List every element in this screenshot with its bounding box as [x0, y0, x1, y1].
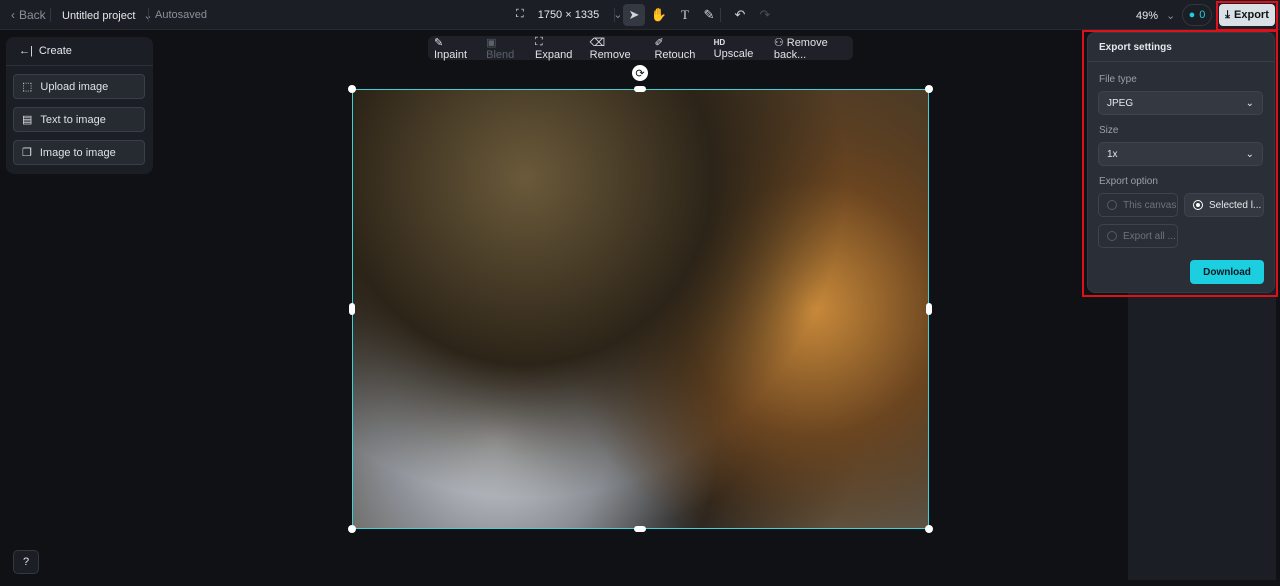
zoom-dropdown[interactable]: 49% ⌄ [1136, 9, 1176, 23]
upscale-button[interactable]: HD Upscale [714, 36, 762, 60]
text-to-image-button[interactable]: ▤ Text to image [13, 107, 145, 132]
cursor-icon: ➤ [628, 7, 640, 22]
resize-icon: ⛶ [516, 8, 524, 20]
help-icon: ? [22, 556, 30, 568]
retouch-button[interactable]: ✐ Retouch [654, 36, 701, 61]
remove-background-button[interactable]: ⚇ Remove back... [774, 36, 853, 61]
chevron-down-icon: ⌄ [1166, 10, 1176, 22]
hand-icon: ✋ [650, 7, 668, 22]
resize-handle-left[interactable] [349, 303, 355, 315]
project-name-dropdown[interactable]: Untitled project⌄ [62, 9, 153, 23]
autosave-status: Autosaved [155, 9, 207, 21]
text-icon: T [681, 7, 689, 22]
edit-toolbar: ✎ Inpaint ▣ Blend ⛶ Expand ⌫ Remove ✐ Re… [428, 36, 853, 61]
resize-handle-bl[interactable] [348, 525, 356, 533]
text-tool[interactable]: T [674, 4, 696, 26]
upload-icon: ⬚ [22, 81, 33, 93]
resize-handle-right[interactable] [926, 303, 932, 315]
chevron-left-icon: ‹ [11, 8, 15, 22]
highlight-box [1216, 1, 1278, 31]
upload-image-button[interactable]: ⬚ Upload image [13, 74, 145, 99]
image-to-image-button[interactable]: ❐ Image to image [13, 140, 145, 165]
text-image-icon: ▤ [22, 114, 33, 126]
images-icon: ❐ [22, 147, 32, 159]
brush-tool[interactable]: ✎ [698, 4, 720, 26]
redo-button[interactable]: ↷ [754, 4, 776, 26]
resize-handle-bottom[interactable] [634, 526, 646, 532]
brush-icon: ✎ [703, 7, 715, 22]
canvas-size-dropdown[interactable]: ⛶ 1750 × 1335 ⌄ [516, 8, 622, 21]
create-header[interactable]: ←| Create [19, 45, 72, 57]
expand-button[interactable]: ⛶ Expand [535, 36, 578, 61]
credits-badge[interactable]: ● 0 [1182, 4, 1212, 26]
top-bar: ‹Back Untitled project⌄ Autosaved ⛶1750 … [0, 0, 1280, 30]
redo-icon: ↷ [759, 7, 771, 22]
hand-tool[interactable]: ✋ [648, 4, 670, 26]
canvas-image[interactable] [352, 89, 929, 529]
collapse-icon: ←| [19, 45, 33, 57]
resize-handle-tr[interactable] [925, 85, 933, 93]
create-panel: ←| Create ⬚ Upload image ▤ Text to image ❐ I… [6, 37, 153, 174]
back-button[interactable]: ‹ Back [11, 8, 46, 22]
blend-button[interactable]: ▣ Blend [486, 36, 523, 61]
undo-button[interactable]: ↶ [729, 4, 751, 26]
resize-handle-top[interactable] [634, 86, 646, 92]
resize-handle-tl[interactable] [348, 85, 356, 93]
rotate-icon: ⟳ [635, 67, 645, 80]
credit-icon: ● [1188, 9, 1196, 21]
rotate-handle[interactable]: ⟳ [632, 65, 648, 81]
remove-button[interactable]: ⌫ Remove [590, 36, 643, 61]
select-tool[interactable]: ➤ [623, 4, 645, 26]
inpaint-button[interactable]: ✎ Inpaint [434, 36, 474, 61]
resize-handle-br[interactable] [925, 525, 933, 533]
undo-icon: ↶ [734, 7, 746, 22]
help-button[interactable]: ? [13, 550, 39, 574]
highlight-box [1082, 30, 1278, 297]
